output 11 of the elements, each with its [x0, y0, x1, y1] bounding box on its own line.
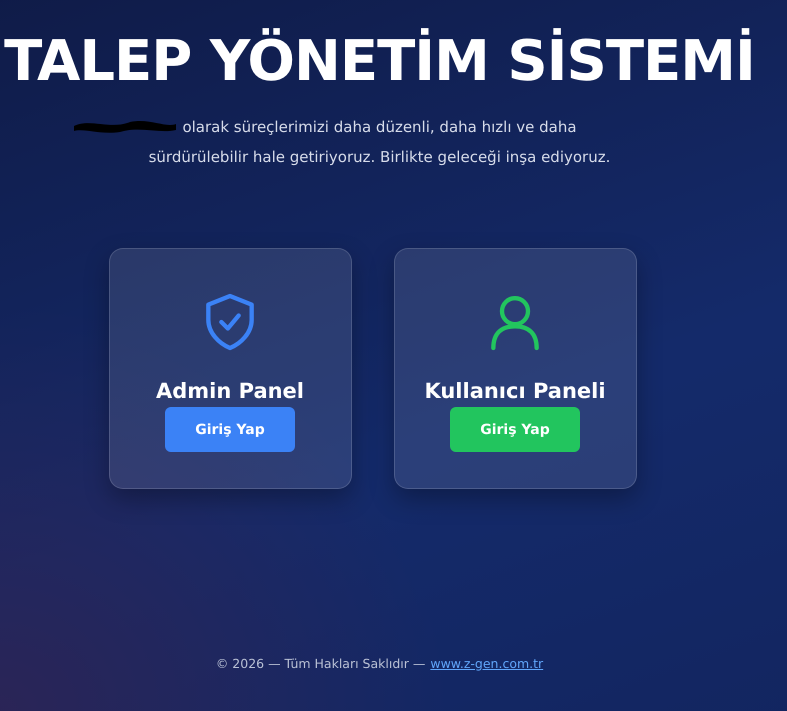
- login-button[interactable]: Giriş Yap: [450, 407, 580, 452]
- website-link[interactable]: www.z-gen.com.tr: [430, 656, 544, 671]
- card-title: Admin Panel: [156, 379, 304, 403]
- shield-check-icon: [204, 293, 256, 351]
- page-title: TALEP YÖNETİM SİSTEMİ: [4, 27, 756, 96]
- card-title: Kullanıcı Paneli: [424, 379, 606, 403]
- subtitle-line: olarak süreçlerimizi daha düzenli, daha hızlı ve daha: [182, 112, 577, 142]
- subtitle-line: sürdürülebilir hale getiriyoruz. Birlikte geleceği inşa ediyoruz.: [148, 147, 610, 168]
- copyright-text: © 2026 — Tüm Hakları Saklıdır —: [216, 656, 426, 671]
- user-icon: [489, 293, 541, 351]
- login-button[interactable]: Giriş Yap: [165, 407, 295, 452]
